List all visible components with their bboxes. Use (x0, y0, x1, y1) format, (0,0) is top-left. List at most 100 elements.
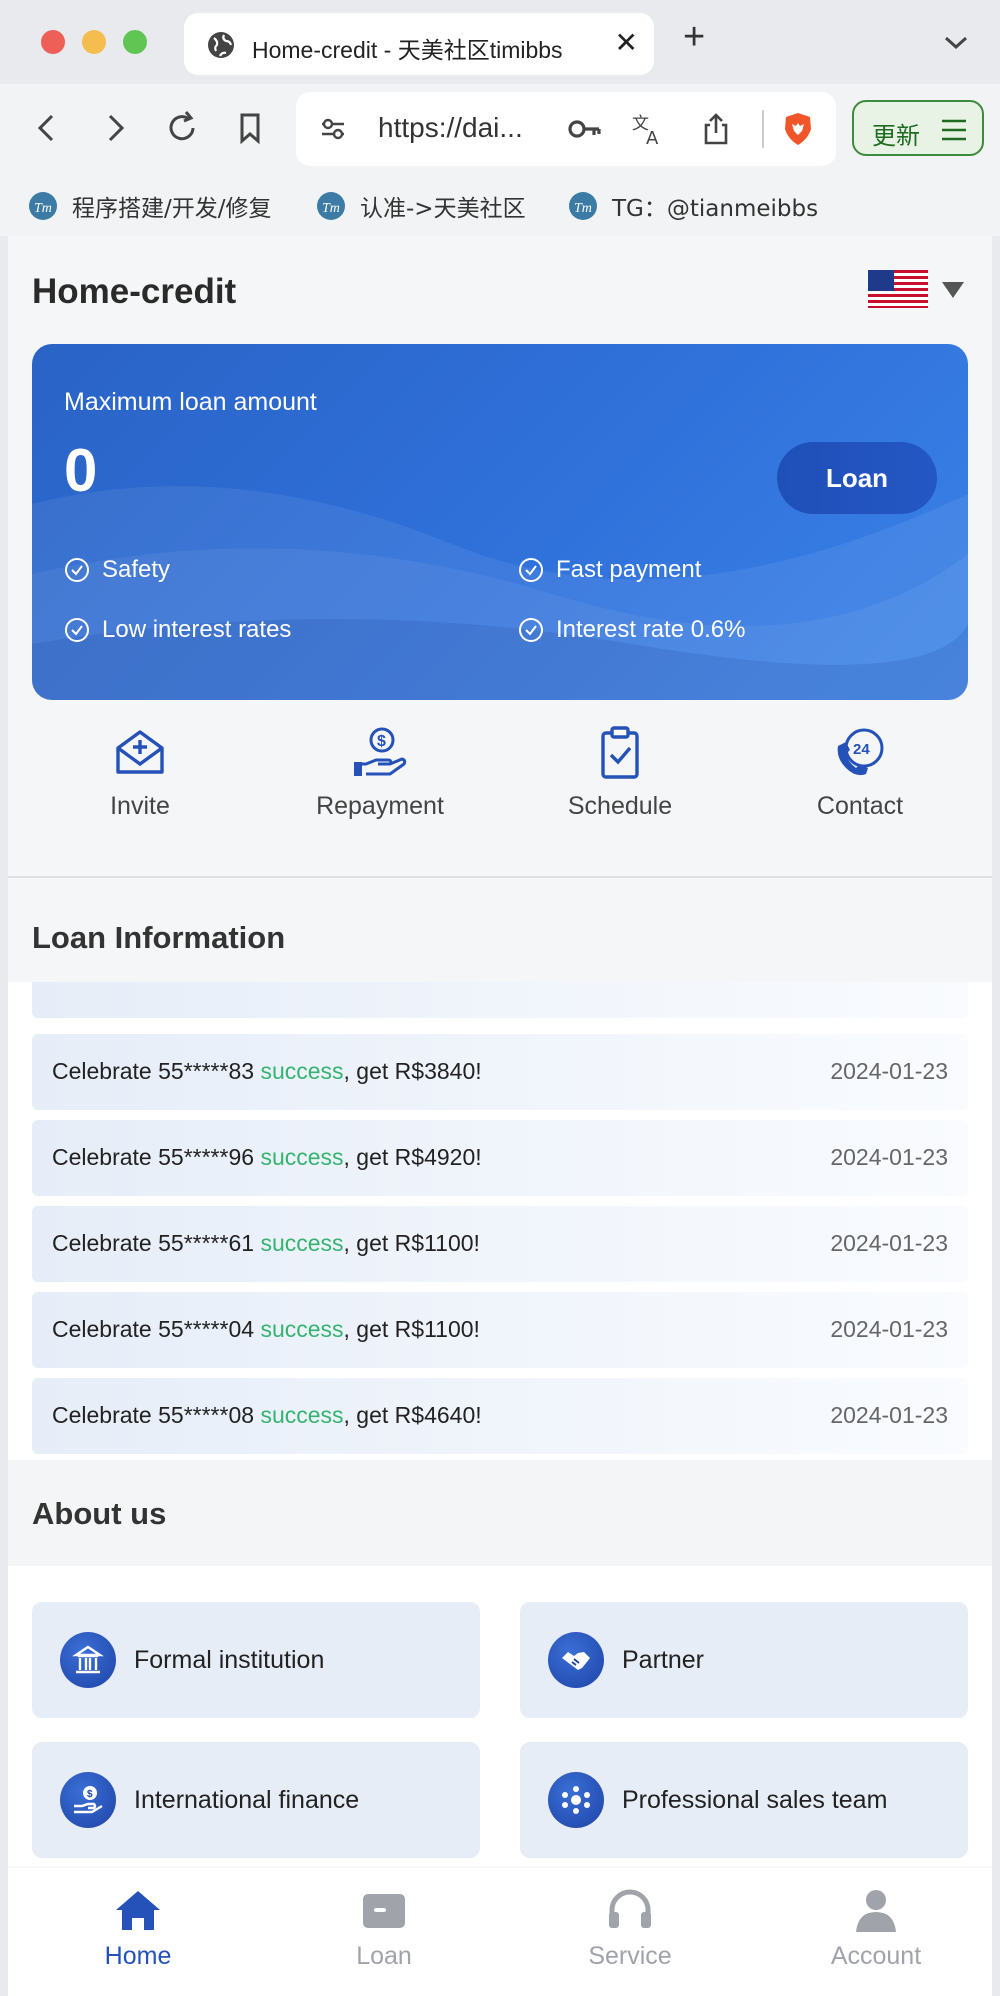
nav-account[interactable]: Account (776, 1888, 976, 1971)
key-icon[interactable] (566, 111, 602, 147)
success-text: success (260, 1058, 344, 1084)
browser-tab-bar: Home-credit - 天美社区timibbs ✕ + (0, 0, 1000, 84)
chevron-down-icon[interactable] (940, 28, 972, 56)
invite-envelope-icon (116, 730, 164, 774)
language-dropdown-caret-icon[interactable] (942, 282, 964, 298)
check-circle-icon (519, 558, 543, 582)
menu-icon (942, 119, 966, 141)
url-text[interactable]: https://dai... (378, 112, 523, 144)
nav-label: Account (830, 1942, 922, 1970)
max-loan-label: Maximum loan amount (64, 388, 317, 416)
feature-item: Safety (64, 556, 170, 584)
loan-date: 2024-01-23 (830, 1230, 948, 1256)
browser-tab[interactable]: Home-credit - 天美社区timibbs ✕ (184, 13, 654, 75)
window-minimize-button[interactable] (82, 30, 106, 54)
browser-toolbar: https://dai... 文 A 更新 (0, 84, 1000, 176)
loan-message: Celebrate 55*****83 success, get R$3840! (52, 1058, 482, 1084)
about-header: About us (8, 1460, 992, 1566)
about-card-professional-sales-team[interactable]: Professional sales team (520, 1742, 968, 1858)
update-button[interactable]: 更新 (852, 100, 984, 156)
update-label: 更新 (872, 122, 920, 150)
bottom-navigation: Home Loan Service Account (8, 1868, 992, 1996)
about-card-formal-institution[interactable]: Formal institution (32, 1602, 480, 1718)
clipboard-check-icon (601, 726, 639, 779)
page-title: Home-credit (32, 272, 237, 311)
back-icon[interactable] (26, 106, 70, 150)
address-bar[interactable]: https://dai... 文 A (296, 92, 836, 166)
svg-text:$: $ (377, 733, 386, 750)
bank-building-icon (60, 1632, 116, 1688)
phone-24-icon: 24 (837, 728, 884, 776)
loan-information-list[interactable]: Celebrate 55*****83 success, get R$3840!… (8, 982, 992, 1460)
bookmark-item[interactable]: Tm 认准->天美社区 (316, 186, 526, 226)
tab-close-icon[interactable]: ✕ (615, 26, 638, 59)
toolbar-separator (762, 110, 764, 148)
reload-icon[interactable] (160, 106, 204, 150)
tm-logo-icon: Tm (569, 192, 597, 220)
check-circle-icon (65, 618, 89, 642)
loan-date: 2024-01-23 (830, 1058, 948, 1084)
us-flag-icon[interactable] (868, 270, 928, 308)
svg-text:Tm: Tm (34, 201, 52, 216)
quick-action-label: Schedule (567, 792, 673, 820)
quick-action-schedule[interactable]: Schedule (500, 724, 740, 821)
about-card-label: Partner (622, 1646, 704, 1674)
loan-date: 2024-01-23 (830, 1144, 948, 1170)
about-card-international-finance[interactable]: $ International finance (32, 1742, 480, 1858)
loan-message: Celebrate 55*****08 success, get R$4640! (52, 1402, 482, 1428)
about-card-partner[interactable]: Partner (520, 1602, 968, 1718)
window-close-button[interactable] (41, 30, 65, 54)
bookmark-item[interactable]: Tm TG：@tianmeibbs (568, 186, 818, 226)
nav-service[interactable]: Service (530, 1888, 730, 1971)
bookmark-label: 认准->天美社区 (360, 196, 526, 222)
quick-action-label: Invite (110, 792, 170, 820)
max-loan-amount: 0 (64, 437, 98, 504)
handshake-icon (548, 1632, 604, 1688)
about-card-label: Professional sales team (622, 1786, 888, 1814)
loan-button[interactable]: Loan (777, 442, 937, 514)
forward-icon[interactable] (92, 106, 136, 150)
page-content: Home-credit Maximum loan amount 0 Loan S… (8, 236, 992, 1996)
feature-item: Interest rate 0.6% (518, 616, 745, 644)
list-item: Celebrate 55*****04 success, get R$1100!… (32, 1292, 968, 1368)
svg-text:24: 24 (853, 741, 870, 758)
finance-hand-icon: $ (60, 1772, 116, 1828)
new-tab-icon[interactable]: + (683, 18, 705, 56)
dollar-hand-icon: $ (354, 727, 407, 776)
check-circle-icon (519, 618, 543, 642)
user-icon (856, 1890, 896, 1932)
quick-action-repayment[interactable]: $ Repayment (260, 724, 500, 821)
feature-label: Low interest rates (102, 616, 292, 643)
wallet-icon (363, 1894, 405, 1928)
nav-label: Loan (356, 1942, 412, 1970)
tm-logo-icon: Tm (317, 192, 345, 220)
nav-loan[interactable]: Loan (284, 1888, 484, 1971)
translate-icon[interactable]: 文 A (630, 111, 666, 147)
feature-item: Low interest rates (64, 616, 291, 644)
bookmark-icon[interactable] (228, 106, 272, 150)
list-item: Celebrate 55*****83 success, get R$3840!… (32, 1034, 968, 1110)
loan-message: Celebrate 55*****96 success, get R$4920! (52, 1144, 482, 1170)
quick-action-contact[interactable]: 24 Contact (740, 724, 980, 821)
bookmark-item[interactable]: Tm 程序搭建/开发/修复 (28, 186, 272, 226)
success-text: success (260, 1230, 344, 1256)
tm-logo-icon: Tm (29, 192, 57, 220)
bookmarks-bar: Tm 程序搭建/开发/修复 Tm 认准->天美社区 Tm TG：@tianmei… (0, 176, 1000, 236)
window-zoom-button[interactable] (123, 30, 147, 54)
about-card-label: Formal institution (134, 1646, 325, 1674)
feature-label: Fast payment (556, 556, 702, 583)
check-circle-icon (65, 558, 89, 582)
list-item: Celebrate 55*****61 success, get R$1100!… (32, 1206, 968, 1282)
brave-shield-icon[interactable] (780, 111, 816, 147)
share-icon[interactable] (698, 111, 734, 147)
svg-text:Tm: Tm (322, 201, 340, 216)
svg-text:Tm: Tm (574, 201, 592, 216)
site-settings-icon[interactable] (318, 114, 348, 144)
nav-home[interactable]: Home (38, 1888, 238, 1971)
list-item (32, 982, 968, 1018)
quick-action-invite[interactable]: Invite (20, 724, 260, 821)
tab-title: Home-credit - 天美社区timibbs (252, 37, 563, 63)
about-us-title: About us (32, 1496, 167, 1531)
bookmark-label: 程序搭建/开发/修复 (72, 196, 272, 222)
feature-label: Safety (102, 556, 171, 583)
